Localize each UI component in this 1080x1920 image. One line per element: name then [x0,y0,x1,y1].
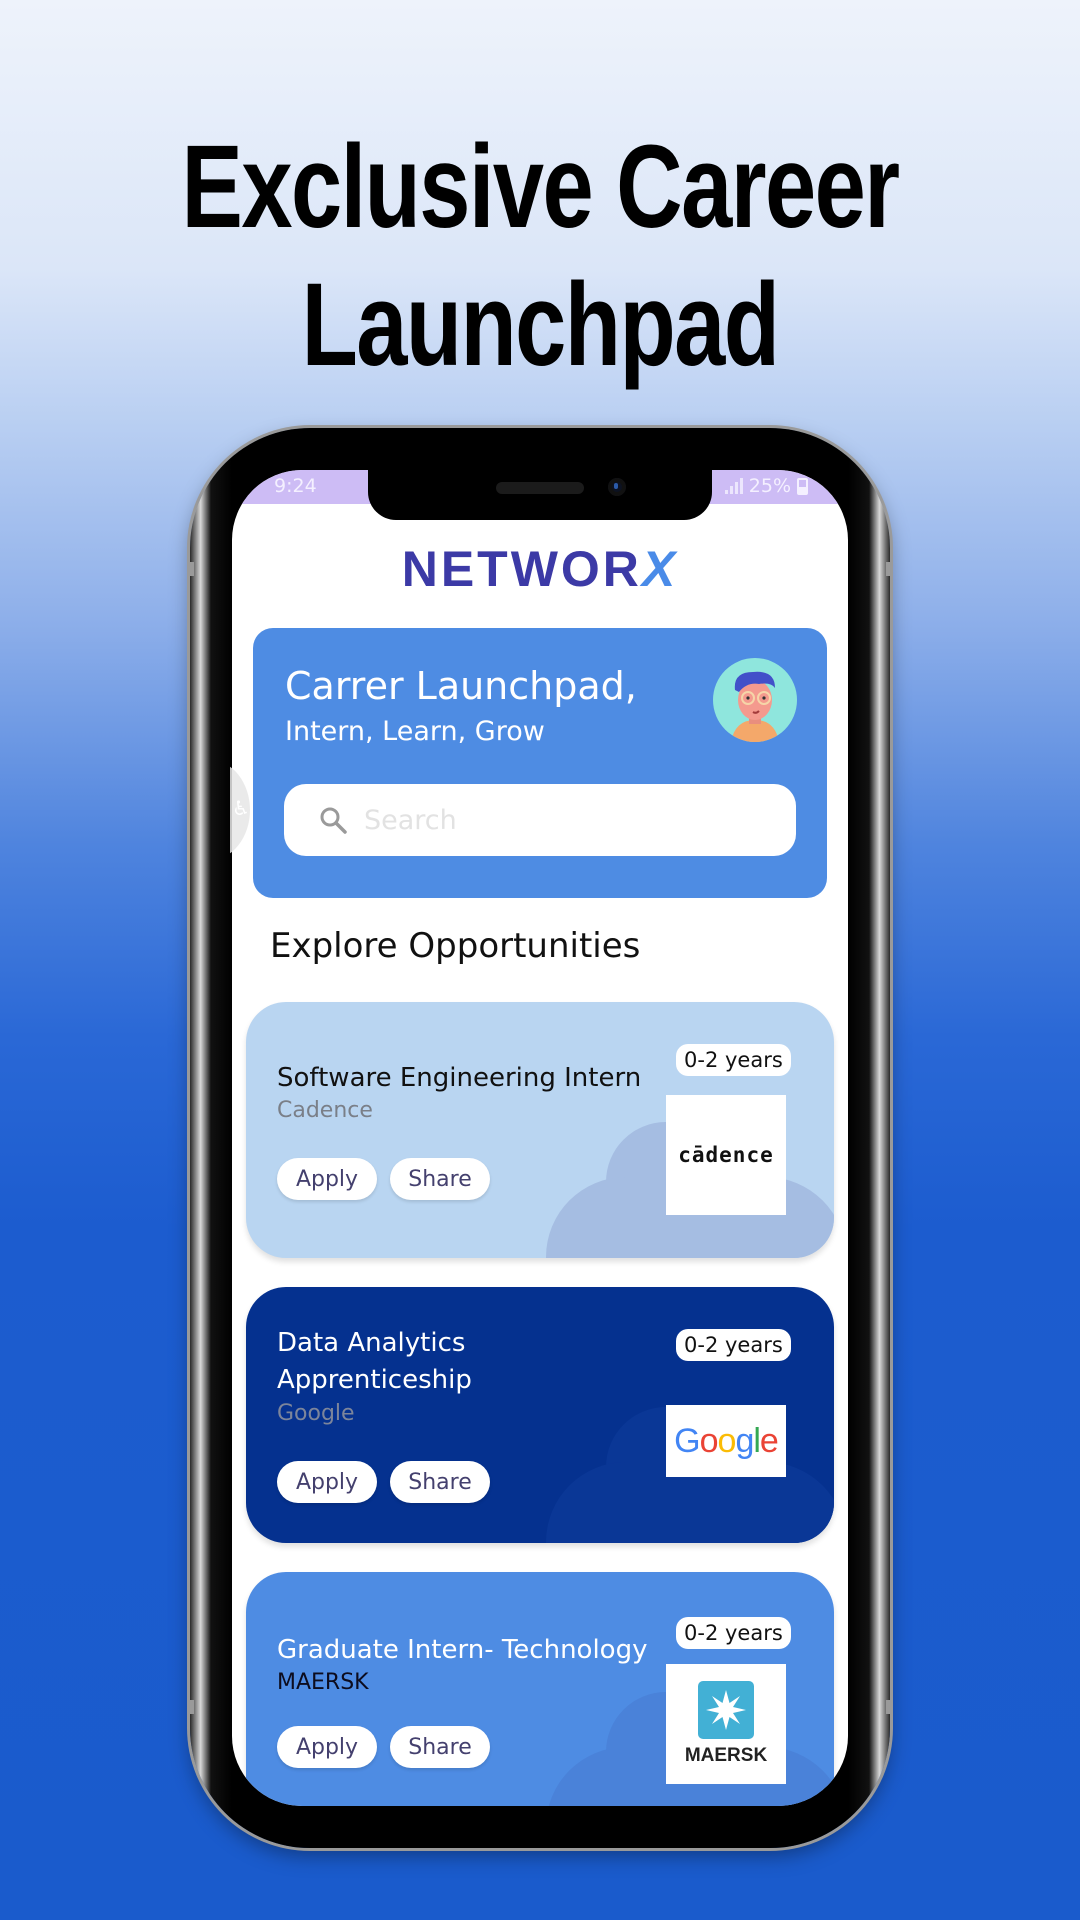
phone-notch [368,470,712,520]
job-company: Cadence [277,1098,373,1123]
share-button[interactable]: Share [390,1158,490,1200]
company-logo-maersk: MAERSK [666,1664,786,1784]
maersk-star-icon [698,1681,754,1739]
experience-badge: 0-2 years [676,1044,791,1076]
job-card[interactable]: Graduate Intern- Technology MAERSK Apply… [246,1572,834,1806]
app-logo: NETWORX [232,540,848,598]
accessibility-icon: ♿ [232,796,250,820]
headline-line-1: Exclusive Career [181,121,901,253]
job-title: Graduate Intern- Technology [277,1635,648,1665]
logo-accent: X [641,541,679,597]
phone-side-button [886,1700,892,1714]
apply-button[interactable]: Apply [277,1726,377,1768]
phone-side-button [886,562,892,576]
logo-text: Google [674,1421,779,1460]
speaker-grille [496,482,584,494]
section-title: Explore Opportunities [270,926,641,966]
job-company: Google [277,1401,355,1426]
job-card[interactable]: Data Analytics Apprenticeship Google App… [246,1287,834,1543]
hero-subtitle: Intern, Learn, Grow [285,716,545,747]
camera-icon [608,478,626,496]
search-bar[interactable] [284,784,796,856]
battery-percent: 25% [748,475,791,497]
experience-badge: 0-2 years [676,1617,791,1649]
phone-screen: 9:24 25% NETWORX Carrer Launchpad, Inter… [232,470,848,1806]
status-right: 25% [724,475,808,497]
job-title: Software Engineering Intern [277,1063,642,1093]
apply-button[interactable]: Apply [277,1461,377,1503]
share-button[interactable]: Share [390,1461,490,1503]
experience-badge: 0-2 years [676,1329,791,1361]
hero-title: Carrer Launchpad, [285,664,637,708]
company-logo-google: Google [666,1405,786,1477]
search-input[interactable] [364,804,764,836]
apply-button[interactable]: Apply [277,1158,377,1200]
logo-text: MAERSK [684,1745,768,1766]
headline-line-2: Launchpad [301,259,780,391]
avatar[interactable] [713,658,797,742]
status-time: 9:24 [274,475,317,497]
phone-side-button [188,562,194,576]
promo-headline: Exclusive Career Launchpad [119,118,961,394]
search-icon [318,805,348,835]
job-title: Data Analytics Apprenticeship [277,1328,472,1395]
job-card[interactable]: Software Engineering Intern Cadence Appl… [246,1002,834,1258]
job-company: MAERSK [277,1670,369,1695]
battery-icon [797,477,808,495]
logo-text: NETWOR [401,541,642,597]
company-logo-cadence: cādence [666,1095,786,1215]
share-button[interactable]: Share [390,1726,490,1768]
user-avatar-icon [731,671,779,742]
hero-card: Carrer Launchpad, Intern, Learn, Grow [253,628,827,898]
logo-text: cādence [678,1143,774,1167]
phone-side-button [188,1700,194,1714]
signal-icon [724,478,743,494]
